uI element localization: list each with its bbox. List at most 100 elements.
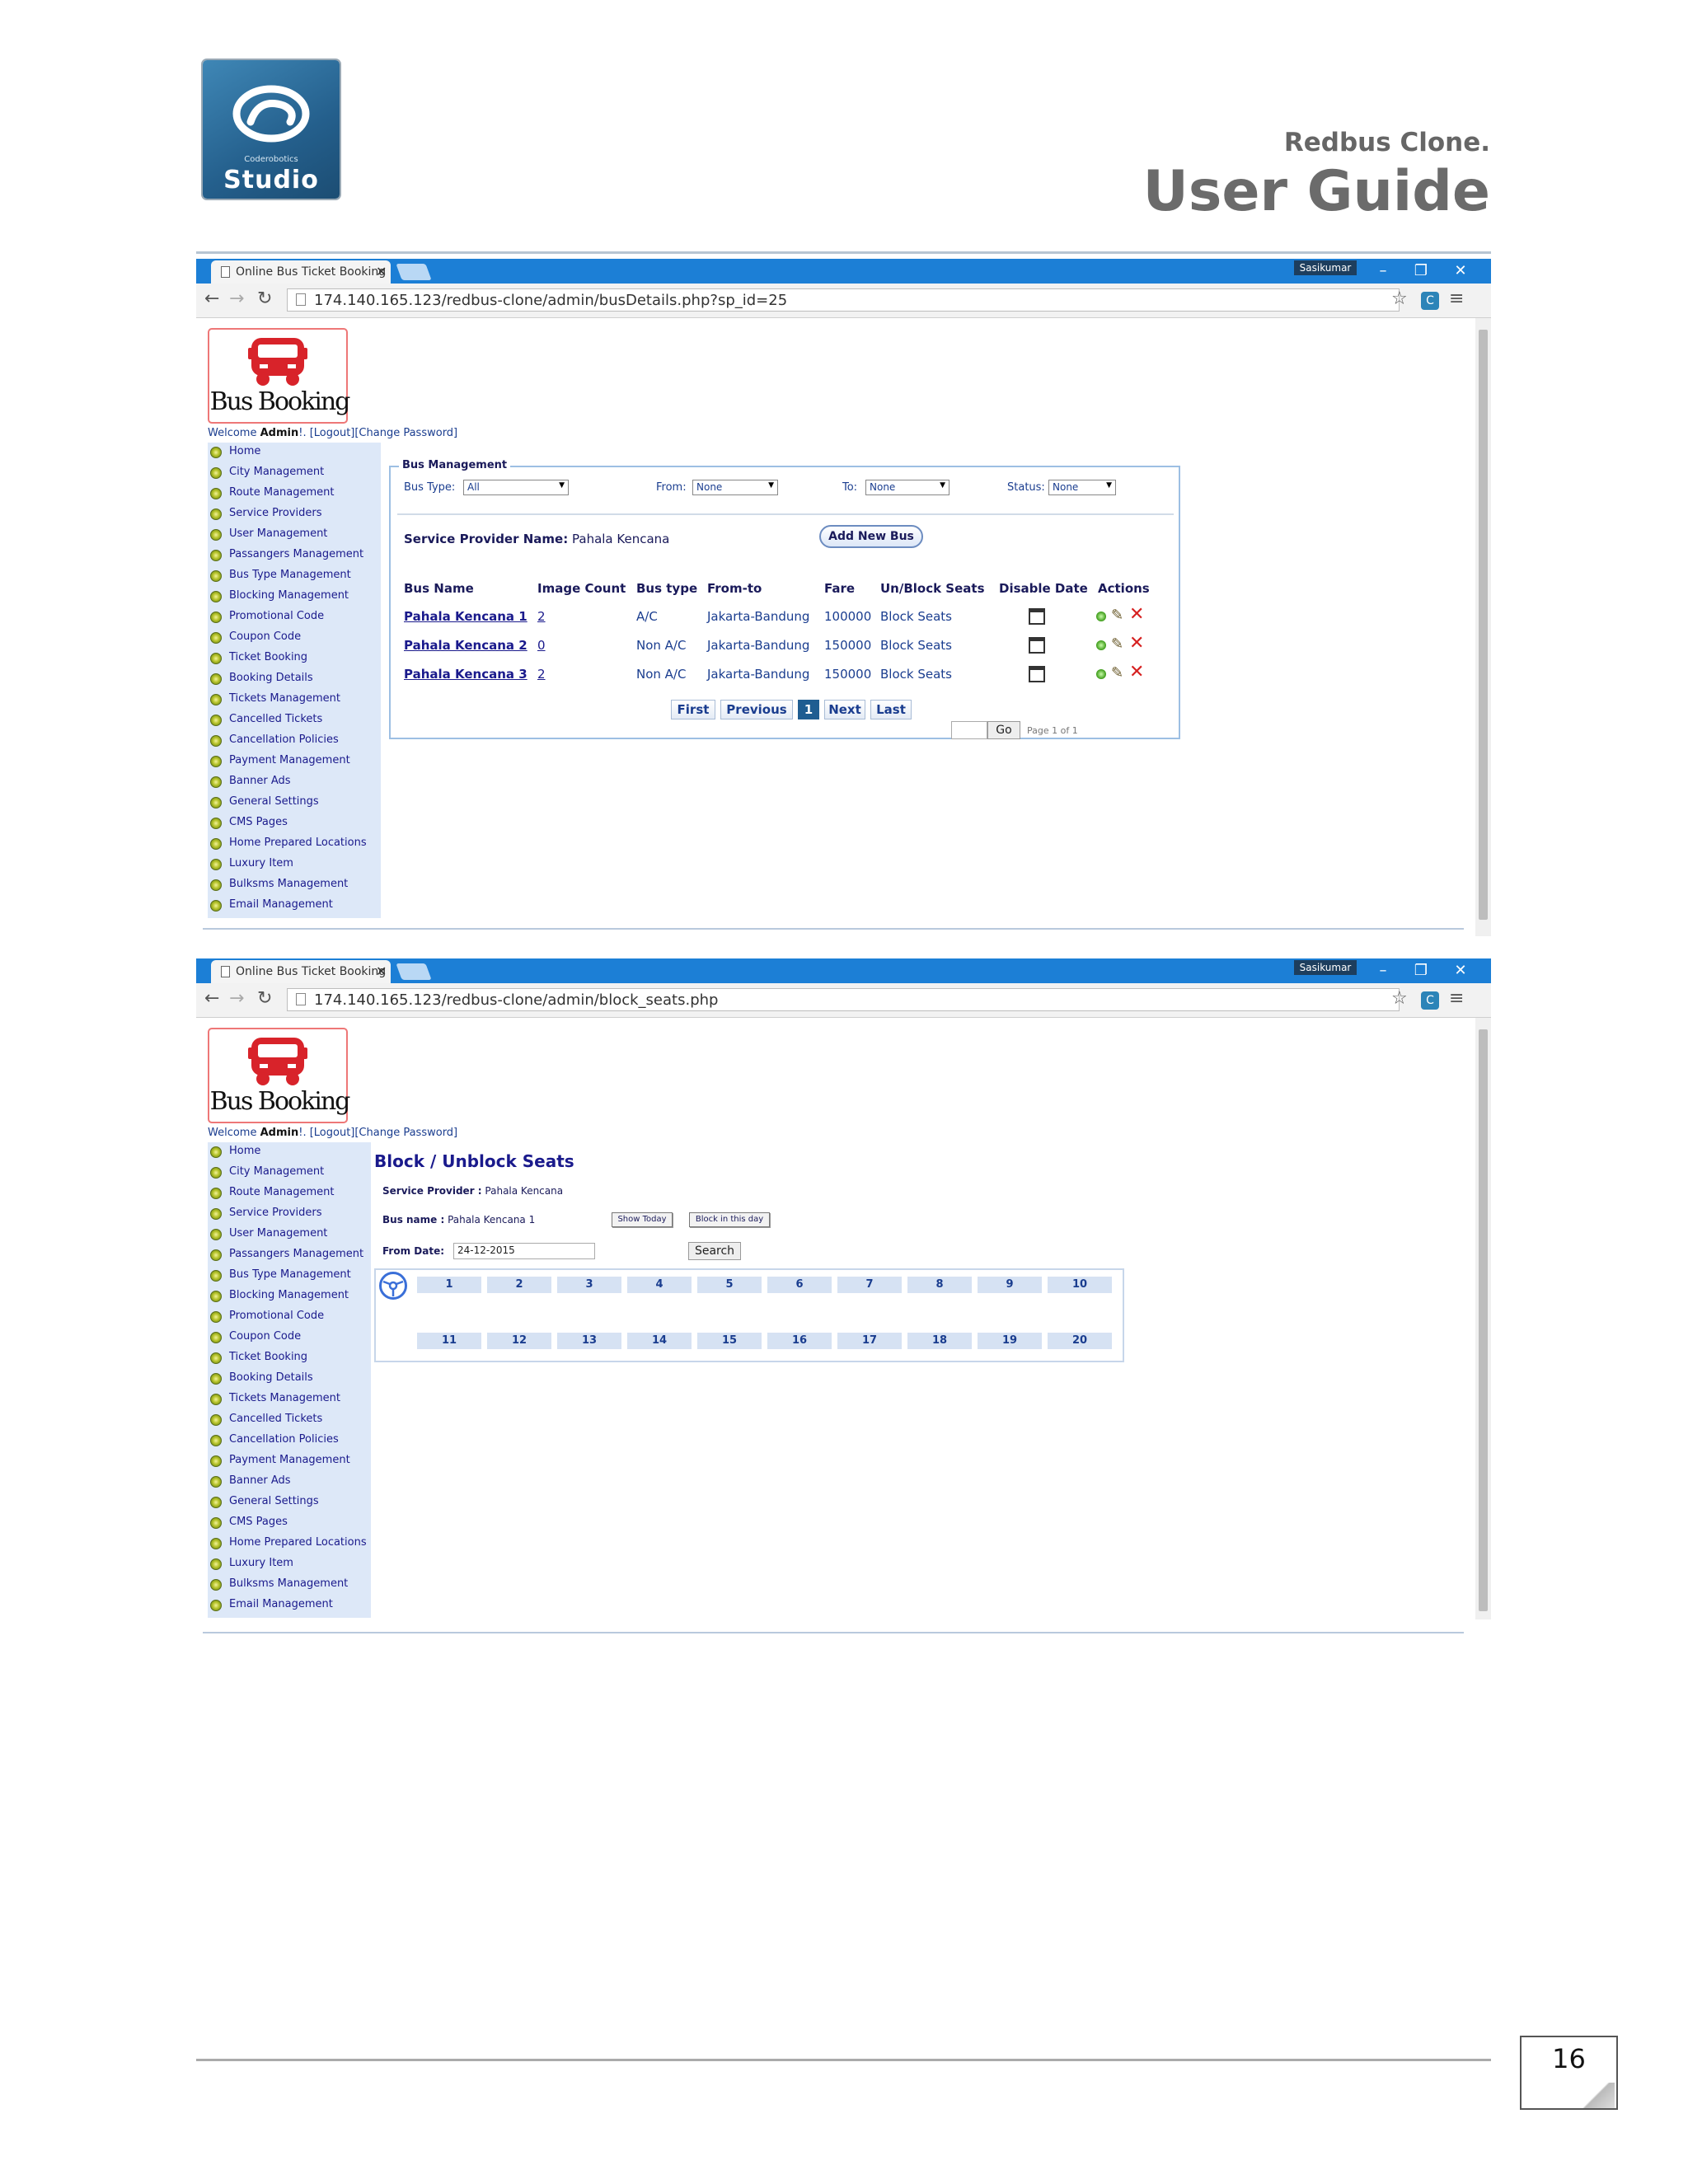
to-select[interactable]: None [865, 480, 950, 495]
seat[interactable]: 10 [1048, 1277, 1112, 1293]
menu-icon[interactable]: ≡ [1449, 288, 1464, 309]
edit-icon[interactable]: ✎ [1111, 664, 1123, 682]
window-close-icon[interactable]: ✕ [1444, 260, 1477, 283]
seat[interactable]: 15 [697, 1333, 762, 1349]
seat[interactable]: 19 [978, 1333, 1042, 1349]
bullet-icon [210, 1208, 222, 1220]
seat[interactable]: 1 [417, 1277, 481, 1293]
seat[interactable]: 16 [767, 1333, 832, 1349]
edit-icon[interactable]: ✎ [1111, 607, 1123, 624]
calendar-icon[interactable] [1029, 608, 1045, 625]
block-seats-link[interactable]: Block Seats [880, 638, 952, 653]
from-select[interactable]: None [692, 480, 778, 495]
reload-icon[interactable]: ↻ [257, 988, 272, 1009]
status-active-icon[interactable] [1096, 640, 1106, 650]
profile-badge[interactable]: Sasikumar [1294, 260, 1357, 275]
block-seats-link[interactable]: Block Seats [880, 609, 952, 624]
bullet-icon [210, 1435, 222, 1446]
star-icon[interactable]: ☆ [1391, 988, 1408, 1009]
seat[interactable]: 17 [837, 1333, 902, 1349]
extension-icon[interactable]: C [1421, 991, 1439, 1010]
sidebar-item-label: Payment Management [229, 1454, 350, 1466]
bus-name-link[interactable]: Pahala Kencana 1 [404, 609, 528, 624]
seat[interactable]: 11 [417, 1333, 481, 1349]
current-page[interactable]: 1 [798, 700, 819, 719]
seat[interactable]: 14 [627, 1333, 692, 1349]
scroll-thumb[interactable] [1479, 1029, 1488, 1611]
forward-icon[interactable]: → [229, 288, 244, 309]
first-page-button[interactable]: First [671, 700, 715, 719]
sidebar-item-label: Route Management [229, 1186, 335, 1198]
calendar-icon[interactable] [1029, 666, 1045, 682]
calendar-icon[interactable] [1029, 637, 1045, 654]
seat[interactable]: 8 [907, 1277, 972, 1293]
page-number-input[interactable] [951, 721, 987, 739]
show-today-button[interactable]: Show Today [612, 1212, 673, 1227]
status-select[interactable]: None [1048, 480, 1116, 495]
minimize-icon[interactable]: – [1367, 959, 1400, 982]
close-tab-icon[interactable]: ✕ [376, 963, 387, 979]
seat[interactable]: 3 [557, 1277, 621, 1293]
from-date-input[interactable]: 24-12-2015 [453, 1243, 595, 1259]
seat[interactable]: 5 [697, 1277, 762, 1293]
previous-page-button[interactable]: Previous [720, 700, 793, 719]
seat[interactable]: 6 [767, 1277, 832, 1293]
new-tab-button[interactable] [396, 264, 432, 280]
reload-icon[interactable]: ↻ [257, 288, 272, 309]
address-bar[interactable]: 174.140.165.123/redbus-clone/admin/busDe… [287, 288, 1400, 312]
image-count-link[interactable]: 0 [537, 638, 546, 653]
delete-icon[interactable]: ✕ [1129, 604, 1144, 625]
profile-badge[interactable]: Sasikumar [1294, 960, 1357, 975]
browser-tab[interactable]: Online Bus Ticket Booking ✕ [211, 260, 391, 284]
next-page-button[interactable]: Next [824, 700, 865, 719]
seat[interactable]: 4 [627, 1277, 692, 1293]
scroll-thumb[interactable] [1479, 330, 1488, 920]
last-page-button[interactable]: Last [870, 700, 912, 719]
seat[interactable]: 2 [487, 1277, 551, 1293]
logout-links[interactable]: !. [Logout][Change Password] [298, 427, 457, 439]
bullet-icon [210, 570, 222, 582]
seat[interactable]: 20 [1048, 1333, 1112, 1349]
minimize-icon[interactable]: – [1367, 260, 1400, 283]
browser-tab[interactable]: Online Bus Ticket Booking ✕ [211, 960, 391, 983]
restore-icon[interactable]: ❐ [1404, 959, 1437, 982]
block-in-this-day-button[interactable]: Block in this day [689, 1212, 770, 1227]
image-count-link[interactable]: 2 [537, 667, 546, 682]
seat[interactable]: 9 [978, 1277, 1042, 1293]
restore-icon[interactable]: ❐ [1404, 260, 1437, 283]
edit-icon[interactable]: ✎ [1111, 635, 1123, 653]
footer-line-2 [203, 1632, 1464, 1633]
title-bar: Online Bus Ticket Booking ✕ Sasikumar – … [196, 259, 1491, 284]
extension-icon[interactable]: C [1421, 292, 1439, 310]
close-tab-icon[interactable]: ✕ [376, 264, 387, 279]
scrollbar[interactable] [1475, 318, 1491, 936]
bus-name-link[interactable]: Pahala Kencana 2 [404, 638, 528, 653]
image-count-link[interactable]: 2 [537, 609, 546, 624]
url-text: 174.140.165.123/redbus-clone/admin/block… [314, 991, 719, 1009]
seat[interactable]: 12 [487, 1333, 551, 1349]
seat[interactable]: 18 [907, 1333, 972, 1349]
bus-booking-logo: Bus Booking [208, 1028, 350, 1123]
delete-icon[interactable]: ✕ [1129, 662, 1144, 682]
bus-type-select[interactable]: All [463, 480, 569, 495]
status-active-icon[interactable] [1096, 669, 1106, 679]
window-close-icon[interactable]: ✕ [1444, 959, 1477, 982]
delete-icon[interactable]: ✕ [1129, 633, 1144, 654]
go-button[interactable]: Go [987, 721, 1020, 739]
forward-icon[interactable]: → [229, 988, 244, 1009]
back-icon[interactable]: ← [204, 988, 219, 1009]
star-icon[interactable]: ☆ [1391, 288, 1408, 309]
block-seats-link[interactable]: Block Seats [880, 667, 952, 682]
bus-name-link[interactable]: Pahala Kencana 3 [404, 667, 528, 682]
search-button[interactable]: Search [688, 1242, 741, 1260]
back-icon[interactable]: ← [204, 288, 219, 309]
menu-icon[interactable]: ≡ [1449, 988, 1464, 1009]
seat[interactable]: 7 [837, 1277, 902, 1293]
add-new-bus-button[interactable]: Add New Bus [819, 525, 923, 548]
address-bar[interactable]: 174.140.165.123/redbus-clone/admin/block… [287, 988, 1400, 1011]
scrollbar[interactable] [1475, 1018, 1491, 1619]
logout-links[interactable]: !. [Logout][Change Password] [298, 1127, 457, 1139]
seat[interactable]: 13 [557, 1333, 621, 1349]
new-tab-button[interactable] [396, 963, 432, 980]
status-active-icon[interactable] [1096, 612, 1106, 621]
